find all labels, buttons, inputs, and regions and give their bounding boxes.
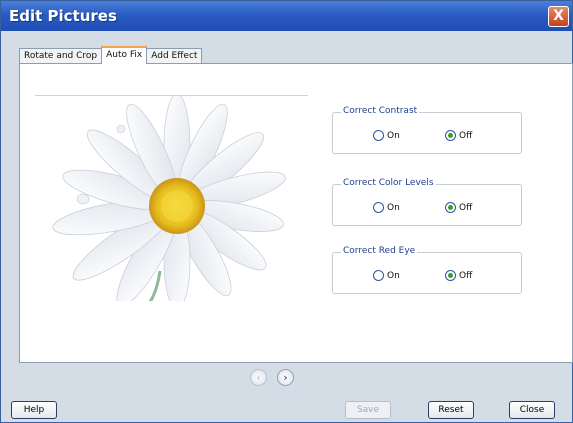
radio-unchecked-icon <box>373 130 384 141</box>
close-button[interactable]: Close <box>509 401 555 419</box>
radio-label: On <box>387 130 400 141</box>
tab-auto-fix[interactable]: Auto Fix <box>101 46 148 64</box>
close-window-button[interactable]: X <box>548 6 569 27</box>
tab-strip: Rotate and Crop Auto Fix Add Effect <box>19 46 203 64</box>
help-button[interactable]: Help <box>11 401 57 419</box>
group-title: Correct Red Eye <box>341 246 418 256</box>
contrast-on-radio[interactable]: On <box>373 130 400 141</box>
radio-label: Off <box>459 270 473 281</box>
picture-preview <box>35 95 308 301</box>
next-picture-button[interactable]: › <box>277 369 294 386</box>
radio-label: On <box>387 202 400 213</box>
red-eye-on-radio[interactable]: On <box>373 270 400 281</box>
color-levels-on-radio[interactable]: On <box>373 202 400 213</box>
title-bar[interactable]: Edit Pictures X <box>1 1 572 31</box>
radio-label: On <box>387 270 400 281</box>
tab-rotate-and-crop[interactable]: Rotate and Crop <box>19 48 103 64</box>
dialog-title: Edit Pictures <box>9 7 117 25</box>
daisy-image <box>35 96 308 301</box>
radio-unchecked-icon <box>373 270 384 281</box>
radio-label: Off <box>459 202 473 213</box>
correct-red-eye-group: Correct Red Eye On Off <box>332 246 522 294</box>
auto-fix-panel: Correct Contrast On Off Correct Color Le… <box>19 63 573 363</box>
radio-label: Off <box>459 130 473 141</box>
radio-unchecked-icon <box>373 202 384 213</box>
contrast-off-radio[interactable]: Off <box>445 130 472 141</box>
red-eye-off-radio[interactable]: Off <box>445 270 472 281</box>
edit-pictures-dialog: Edit Pictures X Rotate and Crop Auto Fix… <box>0 0 573 423</box>
radio-checked-icon <box>445 130 456 141</box>
group-title: Correct Contrast <box>341 106 420 116</box>
save-button[interactable]: Save <box>345 401 391 419</box>
correct-contrast-group: Correct Contrast On Off <box>332 106 522 154</box>
radio-checked-icon <box>445 270 456 281</box>
group-title: Correct Color Levels <box>341 178 436 188</box>
correct-color-levels-group: Correct Color Levels On Off <box>332 178 522 226</box>
radio-checked-icon <box>445 202 456 213</box>
color-levels-off-radio[interactable]: Off <box>445 202 472 213</box>
tab-add-effect[interactable]: Add Effect <box>146 48 203 64</box>
previous-picture-button[interactable]: ‹ <box>250 369 267 386</box>
reset-button[interactable]: Reset <box>428 401 474 419</box>
